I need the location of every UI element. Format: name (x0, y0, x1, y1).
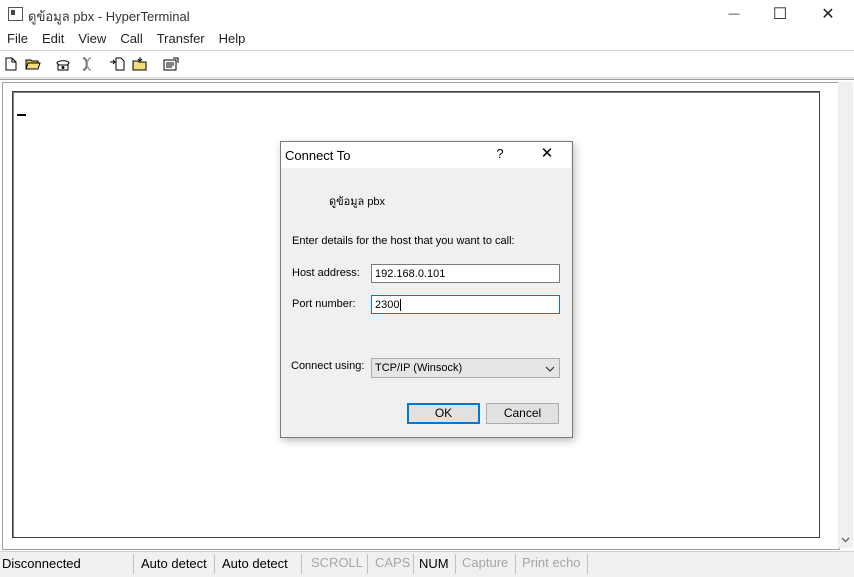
status-divider (455, 554, 456, 574)
minimize-icon: — (728, 8, 740, 20)
host-address-value: 192.168.0.101 (375, 268, 446, 280)
host-address-label: Host address: (292, 267, 360, 279)
host-address-input[interactable]: 192.168.0.101 (371, 264, 560, 283)
maximize-button[interactable]: ☐ (757, 0, 803, 28)
dialog-help-button[interactable]: ? (492, 145, 508, 163)
menu-call[interactable]: Call (113, 29, 149, 49)
menu-divider (0, 50, 854, 51)
app-icon (8, 7, 23, 21)
status-caps: CAPS (375, 555, 411, 570)
status-scroll: SCROLL (311, 555, 364, 570)
close-button[interactable]: ✕ (805, 0, 851, 28)
ok-button[interactable]: OK (407, 403, 480, 424)
terminal-cursor (17, 114, 26, 116)
minimize-button[interactable]: — (711, 0, 757, 28)
status-num: NUM (419, 556, 449, 571)
port-number-input[interactable]: 2300 (371, 295, 560, 314)
menu-view[interactable]: View (71, 29, 113, 49)
status-detect-1: Auto detect (141, 556, 207, 571)
open-folder-icon[interactable] (24, 55, 42, 73)
maximize-icon: ☐ (772, 6, 788, 23)
vertical-scrollbar[interactable] (838, 82, 853, 548)
connection-name: ดูข้อมูล pbx (329, 196, 386, 208)
status-divider (367, 554, 368, 574)
menu-bar: File Edit View Call Transfer Help (0, 29, 854, 49)
chevron-down-icon (545, 361, 555, 379)
status-divider (515, 554, 516, 574)
window-title: ดูข้อมูล pbx - HyperTerminal (28, 9, 190, 24)
text-caret (400, 299, 402, 312)
scroll-down-icon[interactable] (838, 532, 853, 548)
status-divider (133, 554, 134, 574)
dial-phone-icon[interactable] (54, 55, 72, 73)
status-divider (214, 554, 215, 574)
cancel-button[interactable]: Cancel (486, 403, 559, 424)
disconnect-phone-icon[interactable] (78, 55, 96, 73)
new-connection-icon[interactable] (2, 55, 20, 73)
menu-edit[interactable]: Edit (35, 29, 71, 49)
port-number-label: Port number: (292, 298, 356, 310)
status-connection: Disconnected (2, 556, 81, 571)
connect-using-select[interactable]: TCP/IP (Winsock) (371, 358, 560, 378)
status-print-echo: Print echo (522, 555, 581, 570)
menu-file[interactable]: File (0, 29, 35, 49)
receive-file-icon[interactable] (131, 55, 149, 73)
port-number-value: 2300 (375, 299, 400, 311)
menu-help[interactable]: Help (212, 29, 253, 49)
dialog-close-button[interactable]: ✕ (535, 144, 559, 164)
toolbar (0, 52, 854, 76)
toolbar-divider (0, 77, 854, 80)
status-divider (413, 554, 414, 574)
send-file-icon[interactable] (108, 55, 126, 73)
dialog-title: Connect To (285, 148, 351, 163)
properties-icon[interactable] (162, 55, 180, 73)
connect-to-dialog (280, 141, 573, 438)
status-divider (301, 554, 302, 574)
status-capture: Capture (462, 555, 509, 570)
connect-using-label: Connect using: (291, 360, 365, 372)
menu-transfer[interactable]: Transfer (150, 29, 212, 49)
status-detect-2: Auto detect (222, 556, 288, 571)
status-divider (587, 554, 588, 574)
close-icon: ✕ (821, 6, 835, 23)
dialog-instructions: Enter details for the host that you want… (292, 235, 515, 247)
connect-using-value: TCP/IP (Winsock) (375, 362, 463, 374)
